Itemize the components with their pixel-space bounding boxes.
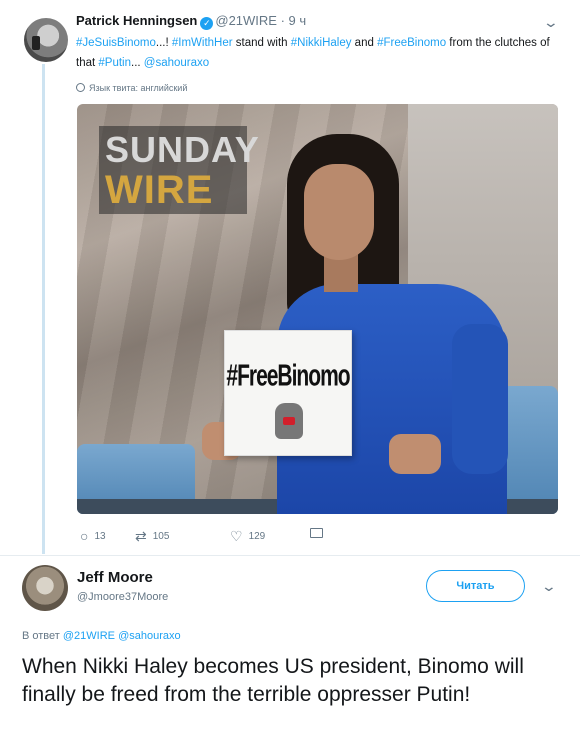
reply-icon: ○ xyxy=(80,528,89,544)
hashtag-link[interactable]: #Putin xyxy=(98,57,131,69)
reply-mention[interactable]: @21WIRE xyxy=(63,630,115,642)
reply-context: В ответ @21WIRE @sahouraxo xyxy=(22,630,181,642)
protest-sign: #FreeBinomo xyxy=(224,330,352,456)
microphone-icon xyxy=(32,36,40,50)
tweet-text-segment: and xyxy=(351,37,378,49)
reply-prefix: В ответ xyxy=(22,630,60,642)
tweet-text-segment: stand with xyxy=(232,37,291,49)
photo-person xyxy=(202,134,517,514)
follow-button[interactable]: Читать xyxy=(426,570,525,602)
thread-connector-line xyxy=(42,64,45,554)
chevron-down-icon[interactable]: ⌄ xyxy=(543,14,559,31)
chevron-down-icon[interactable]: ⌄ xyxy=(541,578,557,595)
hashtag-link[interactable]: #ImWithHer xyxy=(172,37,233,49)
tweet-photo[interactable]: SUNDAY WIRE #FreeBinomo xyxy=(77,104,558,514)
avatar[interactable] xyxy=(22,565,68,611)
hashtag-link[interactable]: #NikkiHaley xyxy=(291,37,352,49)
person-face xyxy=(304,164,374,260)
author-handle[interactable]: @21WIRE xyxy=(215,13,277,28)
avatar[interactable] xyxy=(24,18,68,62)
reply-mention[interactable]: @sahouraxo xyxy=(118,630,181,642)
tweet-text: #JeSuisBinomo...! #ImWithHer stand with … xyxy=(76,33,556,73)
direct-message-button[interactable] xyxy=(310,528,323,541)
tweet-divider xyxy=(0,555,580,556)
reply-count: 13 xyxy=(94,531,106,542)
direct-message-icon xyxy=(310,528,323,538)
tweet-header: Patrick Henningsen ✓ @21WIRE · 9 ч xyxy=(76,13,306,30)
retweet-button[interactable]: ⇄ 105 xyxy=(135,528,169,545)
sign-text: #FreeBinomo xyxy=(226,359,350,393)
verified-badge-icon: ✓ xyxy=(200,17,214,30)
tweet-time[interactable]: · 9 ч xyxy=(281,13,307,28)
reply-button[interactable]: ○ 13 xyxy=(80,528,106,544)
tweet-text: When Nikki Haley becomes US president, B… xyxy=(22,655,524,706)
tweet-text-segment: ...! xyxy=(155,37,172,49)
author-name[interactable]: Jeff Moore xyxy=(77,569,153,586)
like-button[interactable]: ♡ 129 xyxy=(230,528,265,545)
tweet-text-segment: ... xyxy=(131,57,144,69)
translate-label: Язык твита: английский xyxy=(89,83,188,93)
hashtag-link[interactable]: #FreeBinomo xyxy=(377,37,446,49)
author-handle[interactable]: @Jmoore37Moore xyxy=(77,591,168,603)
person-arm xyxy=(452,324,508,474)
raised-hand-icon xyxy=(275,403,303,439)
logo-line-2: WIRE xyxy=(105,168,214,212)
retweet-icon: ⇄ xyxy=(135,528,147,544)
tweet-language-note[interactable]: Язык твита: английский xyxy=(76,83,187,93)
like-count: 129 xyxy=(248,531,266,542)
hashtag-link[interactable]: #JeSuisBinomo xyxy=(76,37,156,49)
sunday-wire-logo: SUNDAY WIRE xyxy=(99,126,260,214)
like-icon: ♡ xyxy=(230,528,243,544)
globe-icon xyxy=(76,83,85,92)
mention-link[interactable]: @sahouraxo xyxy=(144,57,209,69)
person-hand xyxy=(389,434,441,474)
logo-line-1: SUNDAY xyxy=(105,129,260,170)
author-name[interactable]: Patrick Henningsen xyxy=(76,13,197,28)
retweet-count: 105 xyxy=(152,531,170,542)
